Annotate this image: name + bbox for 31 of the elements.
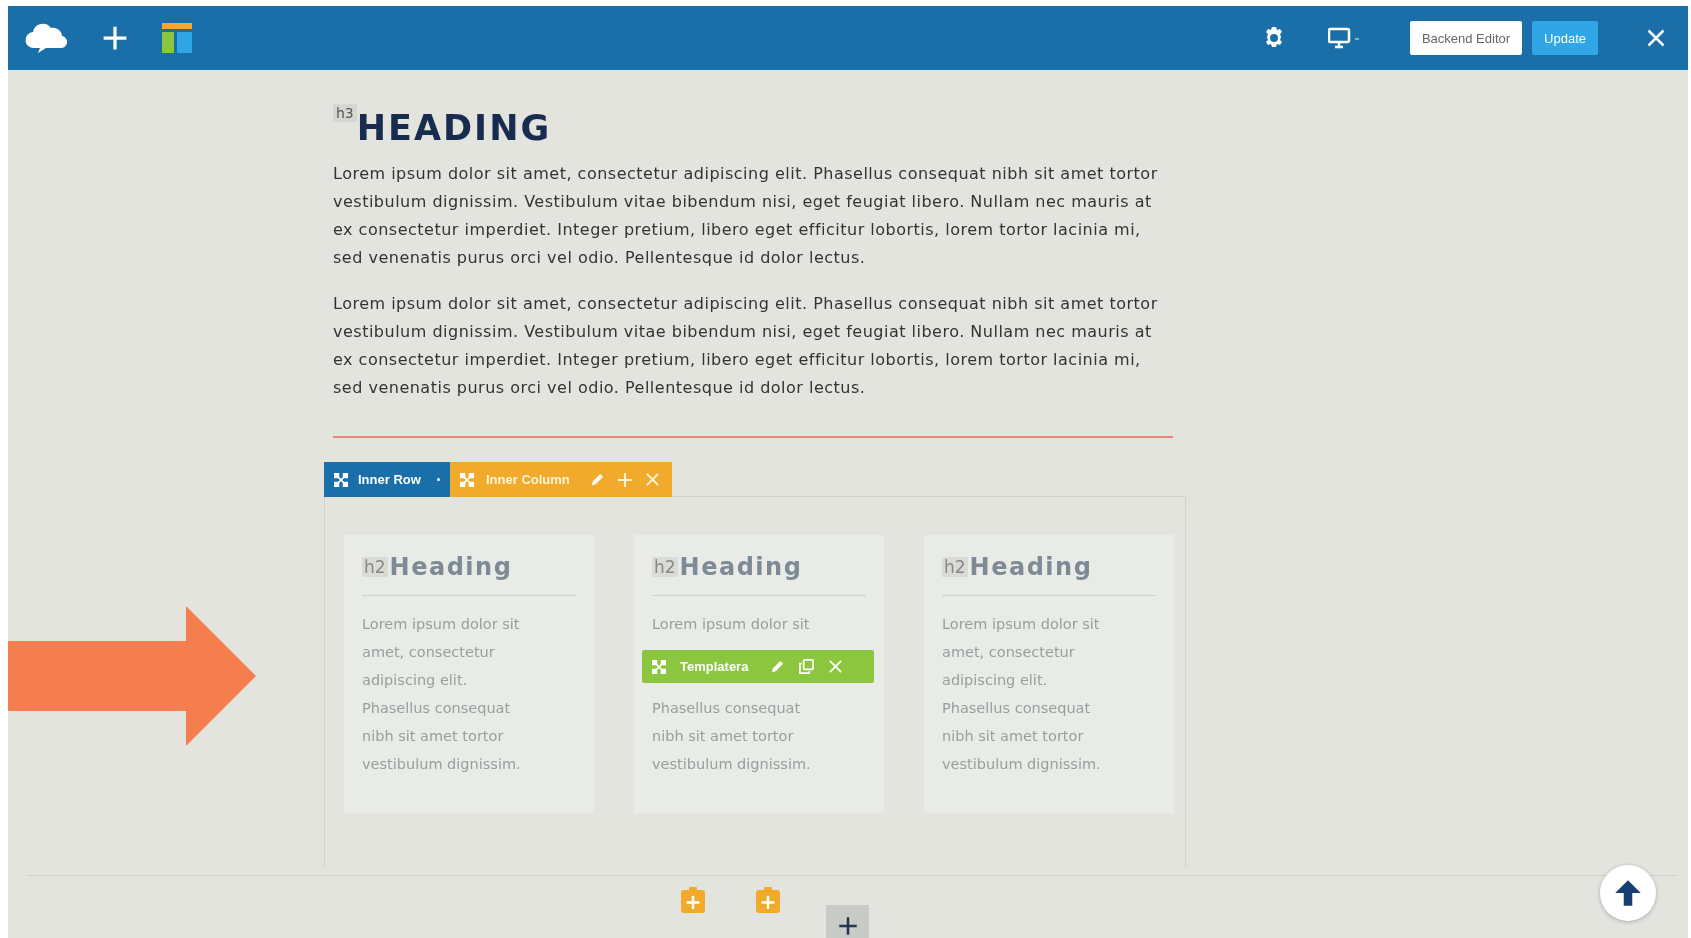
cloud-logo-icon[interactable] <box>24 22 68 54</box>
backend-editor-button[interactable]: Backend Editor <box>1409 21 1523 55</box>
inner-row-control[interactable]: Inner Row <box>324 462 450 497</box>
card-text: Phasellus consequat nibh sit amet tortor vestibulum dignissim. <box>652 699 812 774</box>
add-row-button[interactable] <box>826 905 869 938</box>
heading-tag: h2 <box>652 557 678 577</box>
copy-icon[interactable] <box>799 659 815 674</box>
card-text: Lorem ipsum dolor sit amet, consectetur adipiscing elit. Phasellus consequat nibh sit amet tortor vestibulum dignissim. <box>942 615 1102 774</box>
heading-tag: h2 <box>942 557 968 577</box>
body-paragraph: Lorem ipsum dolor sit amet, consectetur adipiscing elit. Phasellus consequat nibh sit amet tortor vestibulum dignissim. Vestibulum vitae bibendum nisi, eget feugiat libero. Nullam nec mauris at ex consectetur imperdiet. Integer pretium, libero eget efficitur lobortis, lorem tortor lacinia mi, sed venenatis purus orci vel odio. Pellentesque id dolor lectus. <box>333 293 1159 399</box>
element-label[interactable]: Templatera <box>680 659 749 674</box>
plus-icon[interactable] <box>837 916 858 936</box>
pencil-icon[interactable] <box>589 472 605 487</box>
body-paragraph: Lorem ipsum dolor sit amet, consectetur adipiscing elit. Phasellus consequat nibh sit amet tortor vestibulum dignissim. Vestibulum vitae bibendum nisi, eget feugiat libero. Nullam nec mauris at ex consectetur imperdiet. Integer pretium, libero eget efficitur lobortis, lorem tortor lacinia mi, sed venenatis purus orci vel odio. Pellentesque id dolor lectus. <box>333 163 1159 269</box>
heading-tag: h3 <box>333 104 357 122</box>
layout-icon[interactable] <box>162 23 192 53</box>
card-text: Lorem ipsum dolor sit <box>652 615 811 634</box>
add-element-icon[interactable] <box>681 887 705 913</box>
pencil-icon[interactable] <box>770 659 786 674</box>
card-heading: Heading <box>389 553 513 581</box>
scroll-up-button[interactable] <box>1600 865 1656 921</box>
inner-column-label[interactable]: Inner Column <box>486 472 570 487</box>
move-icon[interactable] <box>334 472 348 487</box>
monitor-icon[interactable] <box>1327 26 1362 50</box>
add-element-icon[interactable] <box>756 887 780 913</box>
page-heading: HEADING <box>356 108 552 148</box>
card-text: Lorem ipsum dolor sit amet, consectetur adipiscing elit. Phasellus consequat nibh sit amet tortor vestibulum dignissim. <box>362 615 522 774</box>
card-heading: Heading <box>679 553 803 581</box>
update-button[interactable]: Update <box>1532 21 1598 55</box>
card-heading: Heading <box>969 553 1093 581</box>
heading-tag: h2 <box>362 557 388 577</box>
